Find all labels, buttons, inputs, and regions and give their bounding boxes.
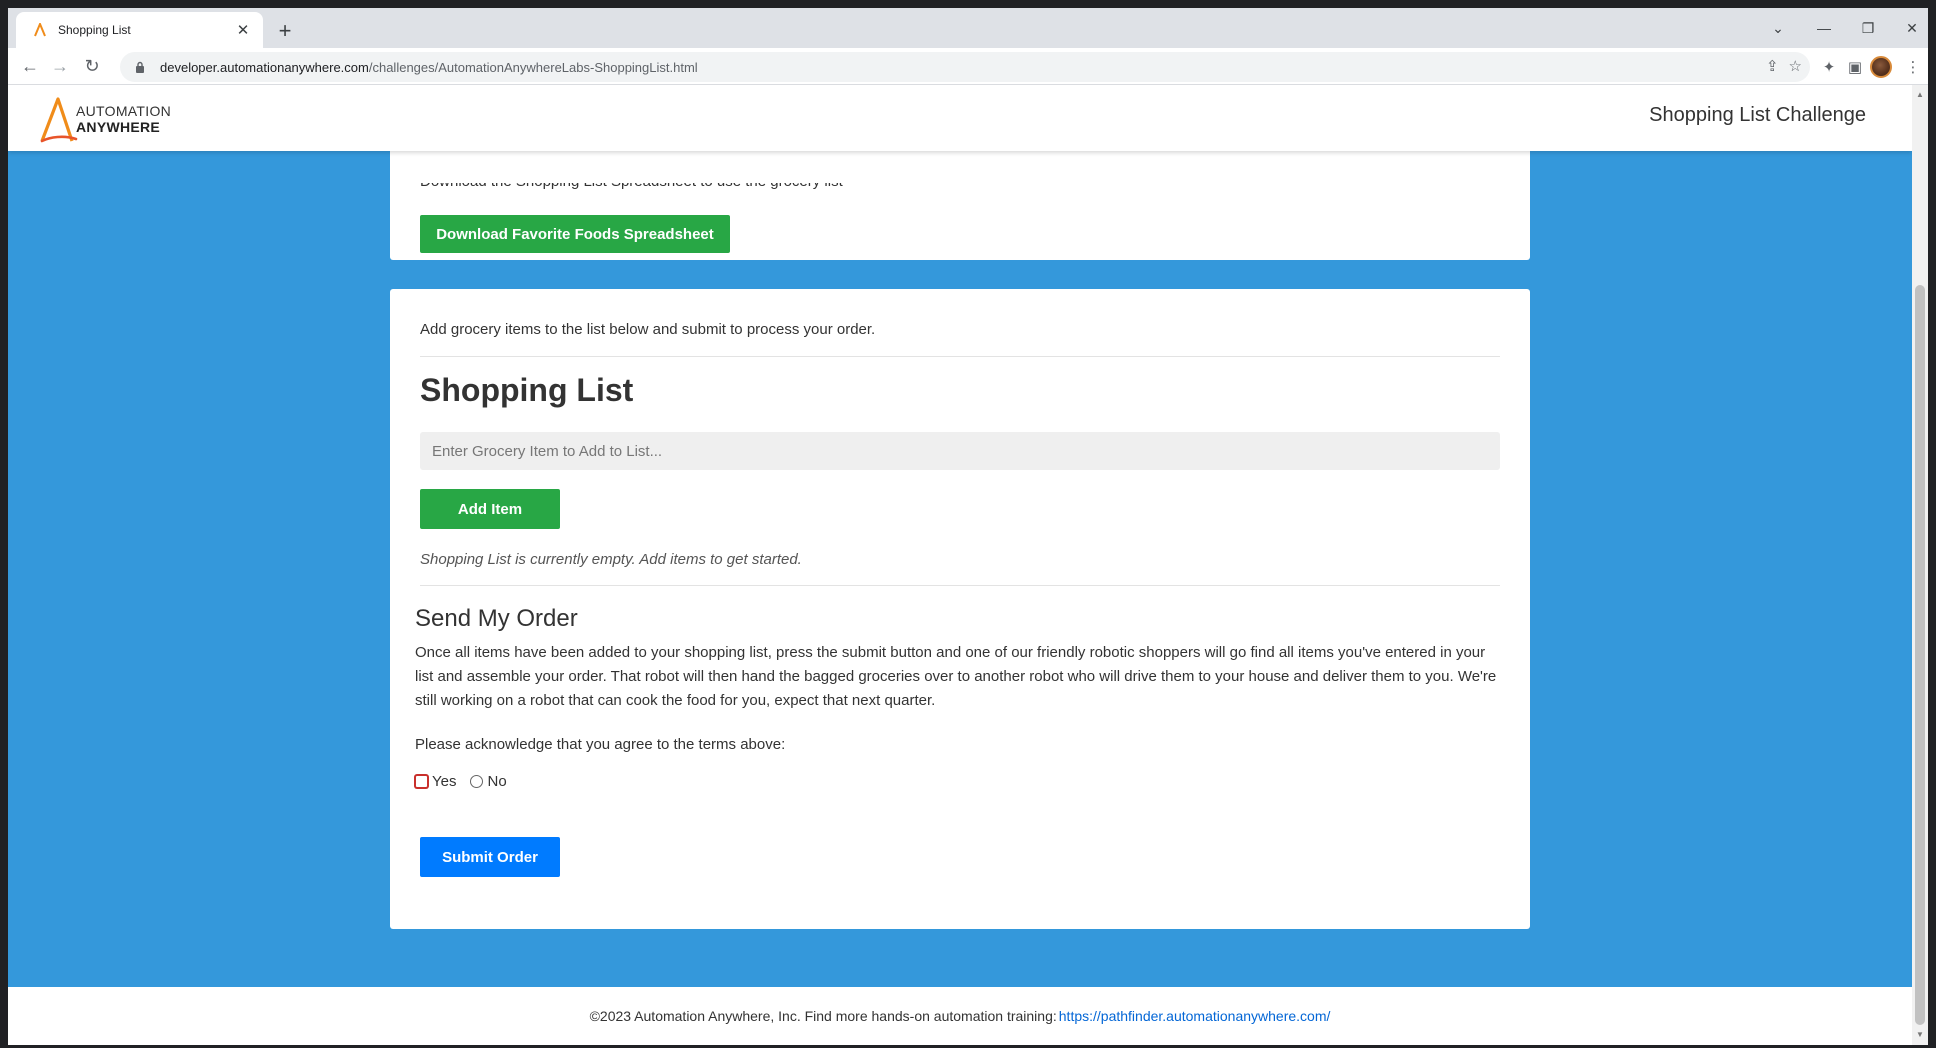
download-spreadsheet-button[interactable]: Download Favorite Foods Spreadsheet [420, 215, 730, 253]
browser-chrome: Shopping List ✕ + ⌄ — ❐ ✕ ← → ↻ develope… [8, 8, 1928, 85]
yes-label[interactable]: Yes [432, 773, 456, 790]
pathfinder-link[interactable]: https://pathfinder.automationanywhere.co… [1059, 1008, 1331, 1024]
shopping-list-heading: Shopping List [420, 372, 634, 408]
page-scrollbar[interactable]: ▲ ▼ [1912, 85, 1928, 1045]
page-title: Shopping List Challenge [1649, 104, 1866, 126]
logo-line1: AUTOMATION [76, 103, 172, 119]
add-item-button[interactable]: Add Item [420, 489, 560, 529]
minimize-icon[interactable]: — [1810, 14, 1838, 42]
tab-title: Shopping List [58, 23, 131, 37]
browser-toolbar: ← → ↻ developer.automationanywhere.com/c… [8, 48, 1928, 85]
download-instructions: Download the Shopping List Spreadsheet t… [420, 173, 843, 190]
tab-strip: Shopping List ✕ + ⌄ — ❐ ✕ [8, 8, 1928, 48]
close-window-icon[interactable]: ✕ [1898, 14, 1926, 42]
reload-icon[interactable]: ↻ [78, 52, 106, 80]
address-bar[interactable]: developer.automationanywhere.com/challen… [120, 52, 1810, 82]
no-label[interactable]: No [487, 773, 506, 790]
profile-avatar[interactable] [1870, 56, 1892, 78]
empty-list-message: Shopping List is currently empty. Add it… [420, 551, 802, 568]
order-description: Once all items have been added to your s… [415, 644, 1497, 709]
divider [420, 356, 1500, 357]
submit-order-button[interactable]: Submit Order [420, 837, 560, 877]
terms-radio-group: Yes No [415, 773, 521, 790]
lock-icon[interactable] [134, 60, 146, 74]
url-text: developer.automationanywhere.com/challen… [160, 59, 698, 75]
site-header: AUTOMATION ANYWHERE Shopping List Challe… [8, 85, 1912, 151]
scroll-thumb[interactable] [1915, 285, 1925, 1025]
restore-icon[interactable]: ❐ [1854, 14, 1882, 42]
menu-icon[interactable]: ⋮ [1900, 54, 1926, 80]
extensions-icon[interactable]: ✦ [1816, 54, 1842, 80]
copyright-text: ©2023 Automation Anywhere, Inc. Find mor… [589, 1008, 1057, 1024]
forward-icon[interactable]: → [46, 52, 74, 80]
site-footer: ©2023 Automation Anywhere, Inc. Find mor… [8, 987, 1912, 1045]
yes-radio[interactable] [415, 775, 428, 788]
automation-anywhere-logo-icon [40, 97, 78, 143]
star-icon[interactable]: ☆ [1789, 57, 1802, 75]
acknowledge-text: Please acknowledge that you agree to the… [415, 736, 786, 753]
close-tab-icon[interactable]: ✕ [233, 20, 253, 40]
grocery-item-input[interactable] [420, 432, 1500, 470]
logo[interactable]: AUTOMATION ANYWHERE [38, 93, 171, 145]
side-panel-icon[interactable]: ▣ [1842, 54, 1868, 80]
share-icon[interactable]: ⇪ [1766, 57, 1779, 75]
send-order-heading: Send My Order [415, 605, 578, 632]
browser-tab[interactable]: Shopping List ✕ [16, 12, 263, 48]
no-radio[interactable] [470, 775, 484, 788]
tab-search-icon[interactable]: ⌄ [1764, 14, 1792, 42]
new-tab-icon[interactable]: + [271, 17, 299, 45]
intro-text: Add grocery items to the list below and … [420, 321, 876, 338]
scroll-down-icon[interactable]: ▼ [1915, 1029, 1925, 1039]
back-icon[interactable]: ← [16, 52, 44, 80]
scroll-up-icon[interactable]: ▲ [1915, 89, 1925, 99]
favicon-icon [32, 22, 48, 38]
page-viewport: AUTOMATION ANYWHERE Shopping List Challe… [8, 85, 1912, 1045]
divider [420, 585, 1500, 586]
shopping-list-card: Add grocery items to the list below and … [390, 289, 1530, 929]
logo-line2: ANYWHERE [76, 119, 161, 135]
